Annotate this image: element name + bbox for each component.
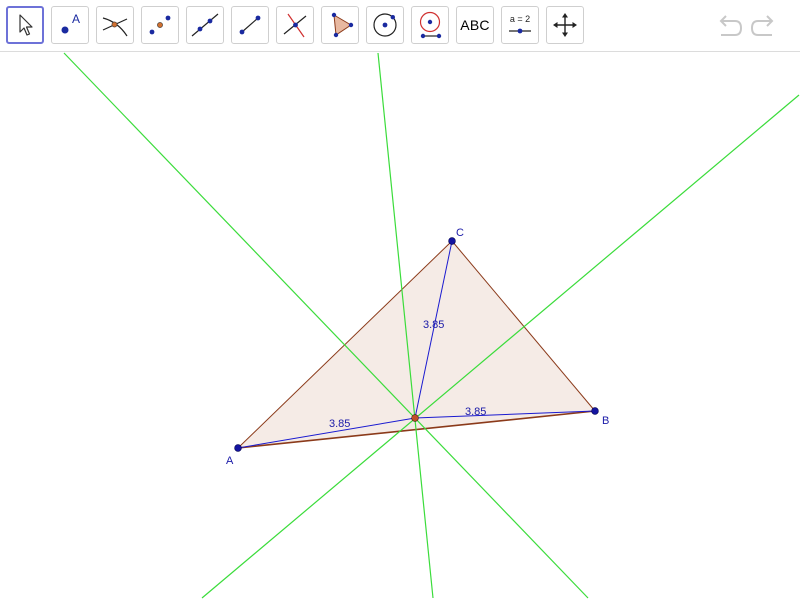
- segment-b-center-length: 3.85: [465, 406, 486, 418]
- toolbar: A ABC a = 2: [0, 0, 800, 52]
- polygon-icon: [331, 12, 354, 38]
- bisector-line-3[interactable]: [201, 94, 800, 599]
- point-a[interactable]: [234, 444, 242, 452]
- point-b-label: B: [602, 415, 609, 427]
- slider-tool-button[interactable]: a = 2: [501, 6, 539, 44]
- polygon-tool-button[interactable]: [321, 6, 359, 44]
- segment-a-center-length: 3.85: [329, 418, 350, 430]
- redo-button[interactable]: [750, 12, 780, 40]
- intersect-tool-button[interactable]: [96, 6, 134, 44]
- point-a-label: A: [226, 455, 234, 467]
- move-arrows-icon: [553, 13, 577, 37]
- point-tool-letter: A: [72, 12, 80, 26]
- segment-tool-button[interactable]: [231, 6, 269, 44]
- segment-icon: [239, 15, 261, 35]
- point-c-label: C: [456, 227, 464, 239]
- slider-icon: a = 2: [509, 14, 531, 34]
- construction-canvas[interactable]: 3.85 3.85 3.85 A B C: [0, 52, 800, 600]
- perpendicular-line-tool-button[interactable]: [276, 6, 314, 44]
- perpendicular-line-icon: [283, 13, 307, 38]
- point-c[interactable]: [448, 237, 456, 245]
- point-icon: A: [61, 12, 80, 34]
- move-tool-button[interactable]: [6, 6, 44, 44]
- line-icon: [191, 13, 219, 37]
- midpoint-icon: [149, 15, 171, 35]
- cursor-arrow-icon: [19, 14, 33, 36]
- intersect-icon: [102, 17, 128, 37]
- text-tool-button[interactable]: ABC: [456, 6, 494, 44]
- move-graphics-view-tool-button[interactable]: [546, 6, 584, 44]
- text-tool-label: ABC: [460, 17, 490, 33]
- slider-tool-label: a = 2: [510, 14, 530, 24]
- redo-icon: [750, 15, 774, 36]
- segment-c-center-length: 3.85: [423, 319, 444, 331]
- point-b[interactable]: [591, 407, 599, 415]
- line-tool-button[interactable]: [186, 6, 224, 44]
- point-tool-button[interactable]: A: [51, 6, 89, 44]
- circle-center-radius-tool-button[interactable]: [411, 6, 449, 44]
- midpoint-tool-button[interactable]: [141, 6, 179, 44]
- center-point[interactable]: [411, 414, 419, 422]
- undo-icon: [719, 15, 743, 36]
- undo-button[interactable]: [713, 12, 743, 40]
- circle-icon: [373, 13, 397, 37]
- circle-center-point-tool-button[interactable]: [366, 6, 404, 44]
- graphics-view[interactable]: 3.85 3.85 3.85 A B C: [0, 52, 800, 600]
- circle-radius-icon: [419, 11, 442, 39]
